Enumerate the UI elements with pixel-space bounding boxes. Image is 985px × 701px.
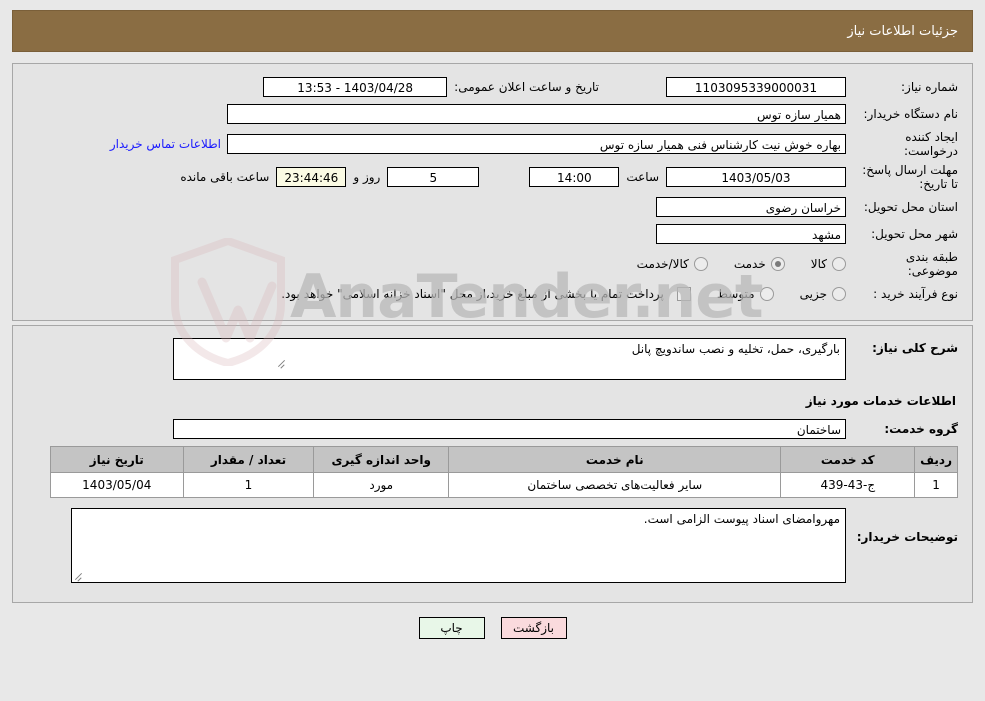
cell-code: ج-43-439 (780, 472, 916, 498)
column-header-unit: واحد اندازه گیری (313, 446, 450, 473)
column-header-quantity: تعداد / مقدار (182, 446, 315, 473)
print-button[interactable]: چاپ (418, 617, 485, 639)
announce-datetime-value: 1403/04/28 - 13:53 (263, 77, 448, 97)
request-creator-label: ایجاد کننده درخواست: (904, 130, 958, 158)
treasury-checkbox[interactable] (676, 287, 691, 301)
buyer-org-value: همیار سازه توس (227, 104, 846, 124)
announce-datetime-label: تاریخ و ساعت اعلان عمومی: (454, 80, 599, 94)
general-desc-textarea[interactable]: بارگیری، حمل، تخلیه و نصب ساندویچ پانل (173, 338, 846, 380)
row-deadline: مهلت ارسال پاسخ: تا تاریخ: 1403/05/03 سا… (27, 163, 958, 191)
row-buyer-notes: توضیحات خریدار: مهروامضای اسناد پیوست ال… (27, 508, 958, 583)
radio-icon[interactable] (759, 287, 774, 301)
treasury-note: پرداخت تمام یا بخشی از مبلغ خرید،از محل … (281, 287, 664, 301)
need-info-panel: شماره نیاز: 1103095339000031 تاریخ و ساع… (12, 63, 973, 321)
page-title: جزئیات اطلاعات نیاز (847, 23, 958, 39)
radio-icon[interactable] (770, 257, 785, 271)
process-option-label: متوسط (716, 287, 755, 301)
service-group-label: گروه خدمت: (884, 422, 958, 436)
row-category: طبقه بندی موضوعی: کالا خدمت کالا/خدمت (27, 250, 958, 278)
countdown-value: 23:44:46 (276, 167, 347, 187)
deadline-date-value: 1403/05/03 (666, 167, 846, 187)
column-header-name: نام خدمت (448, 446, 782, 473)
need-number-label: شماره نیاز: (901, 80, 958, 94)
row-buyer-org: نام دستگاه خریدار: همیار سازه توس (27, 103, 958, 125)
category-radio-group: کالا خدمت کالا/خدمت (611, 257, 846, 271)
category-option-khedmat[interactable]: خدمت (734, 257, 785, 271)
category-option-label: کالا/خدمت (636, 257, 689, 271)
process-option-label: جزیی (799, 287, 827, 301)
radio-icon[interactable] (832, 287, 846, 301)
buyer-org-label: نام دستگاه خریدار: (863, 107, 959, 121)
row-province: استان محل تحویل: خراسان رضوی (27, 196, 958, 218)
service-group-value: ساختمان (173, 419, 846, 439)
need-number-value: 1103095339000031 (666, 77, 846, 97)
row-process-type: نوع فرآیند خرید : جزیی متوسط پرداخت تمام… (27, 283, 958, 305)
process-label: نوع فرآیند خرید : (873, 287, 958, 301)
deadline-label: مهلت ارسال پاسخ: تا تاریخ: (862, 163, 958, 191)
province-value: خراسان رضوی (656, 197, 846, 217)
cell-unit: مورد (313, 472, 450, 498)
days-label: روز و (353, 170, 381, 184)
row-general-desc: شرح کلی نیاز: بارگیری، حمل، تخلیه و نصب … (27, 338, 958, 380)
category-option-kala-khedmat[interactable]: کالا/خدمت (637, 257, 708, 271)
table-header-row: ردیف کد خدمت نام خدمت واحد اندازه گیری ت… (50, 446, 958, 473)
city-value: مشهد (656, 224, 846, 244)
table-row: 1 ج-43-439 سایر فعالیت‌های تخصصی ساختمان… (50, 472, 958, 498)
category-option-label: خدمت (733, 257, 766, 271)
process-option-jozei[interactable]: جزیی (800, 287, 846, 301)
cell-date: 1403/05/04 (50, 472, 184, 498)
category-option-label: کالا (810, 257, 827, 271)
category-option-kala[interactable]: کالا (811, 257, 846, 271)
general-desc-label: شرح کلی نیاز: (872, 341, 958, 355)
service-items-table: ردیف کد خدمت نام خدمت واحد اندازه گیری ت… (50, 446, 958, 498)
column-header-code: کد خدمت (780, 446, 916, 473)
days-remaining-value: 5 (387, 167, 480, 187)
row-request-creator: ایجاد کننده درخواست: بهاره خوش نیت کارشن… (27, 130, 958, 158)
row-need-number: شماره نیاز: 1103095339000031 تاریخ و ساع… (27, 76, 958, 98)
cell-radif: 1 (914, 472, 958, 498)
buyer-contact-link[interactable]: اطلاعات تماس خریدار (104, 137, 227, 151)
deadline-time-value: 14:00 (529, 167, 620, 187)
row-service-group: گروه خدمت: ساختمان (27, 418, 958, 440)
page-header: جزئیات اطلاعات نیاز (12, 10, 973, 52)
action-button-bar: بازگشت چاپ (0, 617, 985, 639)
cell-name: سایر فعالیت‌های تخصصی ساختمان (448, 472, 782, 498)
hour-label: ساعت (626, 170, 659, 184)
radio-icon[interactable] (693, 257, 708, 271)
row-city: شهر محل تحویل: مشهد (27, 223, 958, 245)
category-label: طبقه بندی موضوعی: (905, 250, 958, 278)
buyer-notes-textarea[interactable]: مهروامضای اسناد پیوست الزامی است. (71, 508, 846, 583)
countdown-label: ساعت باقی مانده (180, 170, 270, 184)
radio-icon[interactable] (832, 257, 846, 271)
column-header-date: تاریخ نیاز (50, 446, 184, 473)
services-info-title: اطلاعات خدمات مورد نیاز (805, 394, 956, 408)
column-header-radif: ردیف (914, 446, 958, 473)
process-option-motevaset[interactable]: متوسط (717, 287, 774, 301)
request-creator-value: بهاره خوش نیت کارشناس فنی همیار سازه توس (227, 134, 846, 154)
buyer-notes-label: توضیحات خریدار: (856, 530, 958, 544)
city-label: شهر محل تحویل: (871, 227, 958, 241)
service-details-panel: شرح کلی نیاز: بارگیری، حمل، تخلیه و نصب … (12, 325, 973, 603)
back-button[interactable]: بازگشت (500, 617, 567, 639)
province-label: استان محل تحویل: (863, 200, 958, 214)
process-radio-group: جزیی متوسط (691, 287, 846, 301)
cell-quantity: 1 (182, 472, 315, 498)
